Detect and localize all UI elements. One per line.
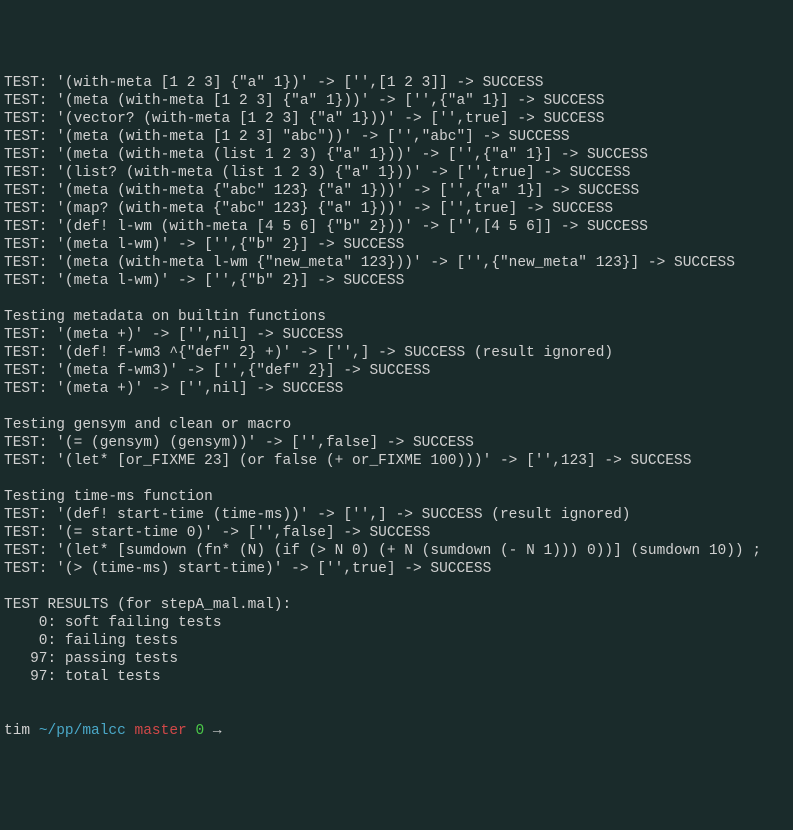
terminal-line: 97: passing tests [4, 650, 789, 668]
terminal-line: Testing time-ms function [4, 488, 789, 506]
terminal-line: TEST: '(meta (with-meta [1 2 3] "abc"))'… [4, 128, 789, 146]
prompt-status: 0 [195, 723, 204, 739]
terminal-output: TEST: '(with-meta [1 2 3] {"a" 1})' -> [… [4, 74, 789, 704]
prompt-arrow-icon: → [213, 723, 230, 739]
terminal-line: TEST: '(list? (with-meta (list 1 2 3) {"… [4, 164, 789, 182]
terminal-line: Testing metadata on builtin functions [4, 308, 789, 326]
terminal-line: TEST: '(meta (with-meta [1 2 3] {"a" 1})… [4, 92, 789, 110]
terminal-line: 97: total tests [4, 668, 789, 686]
terminal-line: TEST: '(def! start-time (time-ms))' -> [… [4, 506, 789, 524]
terminal-line: TEST: '(vector? (with-meta [1 2 3] {"a" … [4, 110, 789, 128]
terminal-line: TEST: '(with-meta [1 2 3] {"a" 1})' -> [… [4, 74, 789, 92]
terminal-line: TEST RESULTS (for stepA_mal.mal): [4, 596, 789, 614]
terminal-line: TEST: '(def! l-wm (with-meta [4 5 6] {"b… [4, 218, 789, 236]
terminal-line: TEST: '(def! f-wm3 ^{"def" 2} +)' -> [''… [4, 344, 789, 362]
terminal-line: Testing gensym and clean or macro [4, 416, 789, 434]
terminal-line: TEST: '(meta l-wm)' -> ['',{"b" 2}] -> S… [4, 236, 789, 254]
prompt-branch: master [135, 723, 187, 739]
terminal-line: TEST: '(meta l-wm)' -> ['',{"b" 2}] -> S… [4, 272, 789, 290]
terminal-line: 0: soft failing tests [4, 614, 789, 632]
terminal-line: TEST: '(= (gensym) (gensym))' -> ['',fal… [4, 434, 789, 452]
terminal-line: TEST: '(meta f-wm3)' -> ['',{"def" 2}] -… [4, 362, 789, 380]
shell-prompt[interactable]: tim ~/pp/malcc master 0 → [4, 722, 789, 740]
terminal-line [4, 470, 789, 488]
prompt-user: tim [4, 723, 39, 739]
terminal-line [4, 398, 789, 416]
prompt-path: ~/pp/malcc [39, 723, 126, 739]
terminal-line: TEST: '(meta (with-meta l-wm {"new_meta"… [4, 254, 789, 272]
terminal-line: TEST: '(meta +)' -> ['',nil] -> SUCCESS [4, 326, 789, 344]
terminal-line [4, 290, 789, 308]
terminal-line: TEST: '(meta +)' -> ['',nil] -> SUCCESS [4, 380, 789, 398]
terminal-line: TEST: '(map? (with-meta {"abc" 123} {"a"… [4, 200, 789, 218]
terminal-line: TEST: '(let* [or_FIXME 23] (or false (+ … [4, 452, 789, 470]
terminal-line: 0: failing tests [4, 632, 789, 650]
terminal-line: TEST: '(meta (with-meta {"abc" 123} {"a"… [4, 182, 789, 200]
terminal-line: TEST: '(= start-time 0)' -> ['',false] -… [4, 524, 789, 542]
terminal-line: TEST: '(> (time-ms) start-time)' -> ['',… [4, 560, 789, 578]
terminal-line: TEST: '(meta (with-meta (list 1 2 3) {"a… [4, 146, 789, 164]
terminal-line: TEST: '(let* [sumdown (fn* (N) (if (> N … [4, 542, 789, 560]
terminal-line [4, 578, 789, 596]
terminal-line [4, 686, 789, 704]
